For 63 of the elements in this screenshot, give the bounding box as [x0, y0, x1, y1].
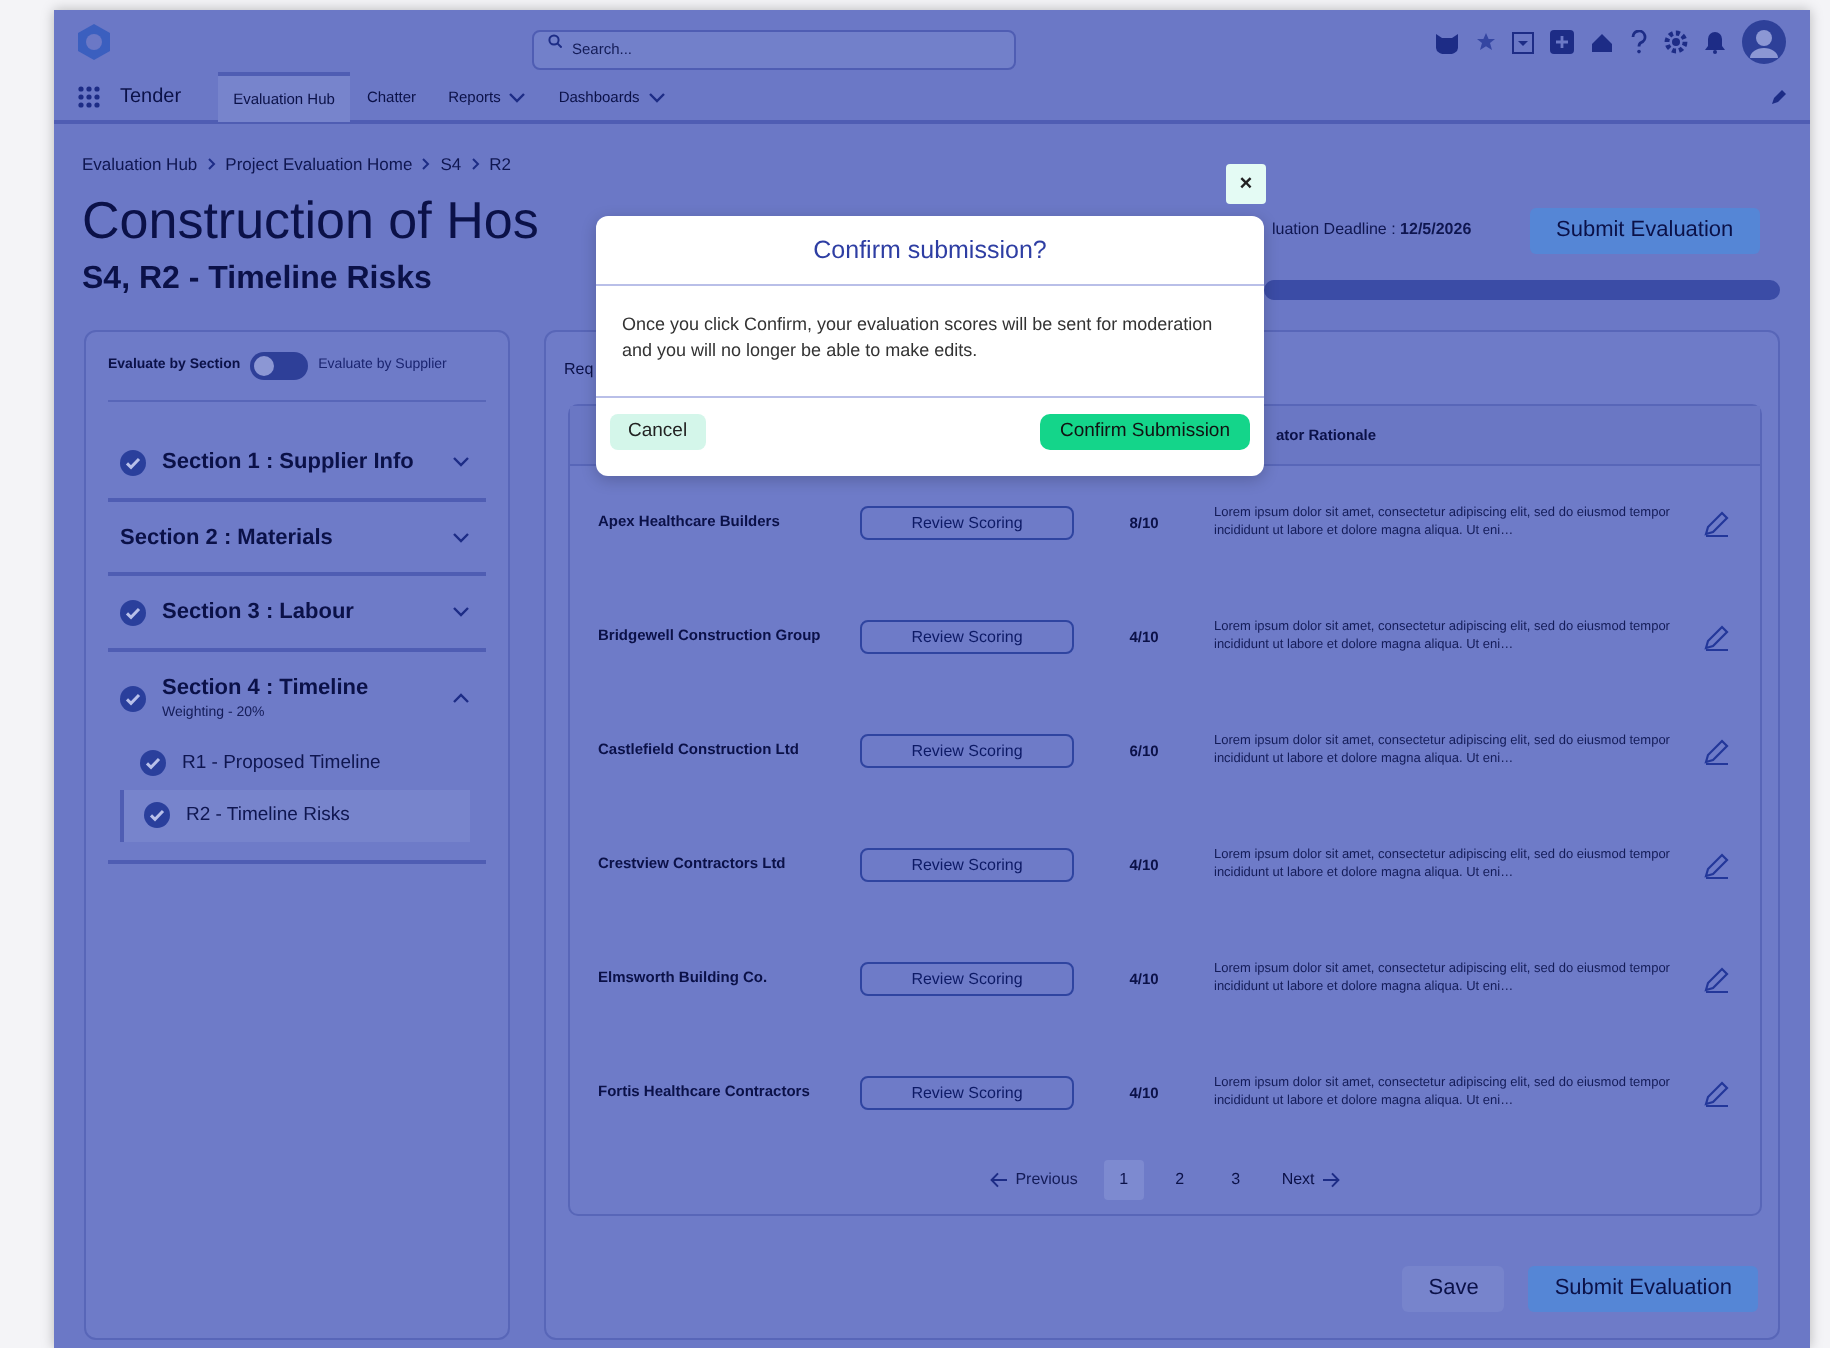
dropdown-icon[interactable]: [1512, 31, 1534, 53]
app-name: Tender: [120, 84, 182, 112]
section-title[interactable]: Section 1 : Supplier Info: [162, 446, 436, 479]
section-title[interactable]: Section 2 : Materials: [120, 521, 436, 554]
next-link[interactable]: Next: [1271, 1164, 1351, 1196]
chevron-right-icon: [471, 158, 480, 171]
review-scoring-button[interactable]: Review Scoring: [860, 734, 1074, 768]
section-title[interactable]: Section 4 : Timeline: [162, 671, 436, 704]
search-icon: [548, 34, 562, 48]
chevron-right-icon: [422, 158, 431, 171]
deadline-text: luation Deadline : 12/5/2026: [1272, 218, 1472, 242]
pencil-icon[interactable]: [1702, 1079, 1730, 1107]
toggle-switch[interactable]: [250, 352, 309, 380]
review-scoring-button[interactable]: Review Scoring: [860, 1076, 1074, 1110]
page-link[interactable]: 1: [1103, 1160, 1144, 1200]
submit-evaluation-button[interactable]: Submit Evaluation: [1530, 208, 1760, 253]
close-button[interactable]: ×: [1226, 164, 1266, 204]
chevron-down-icon[interactable]: [452, 606, 470, 619]
page-link[interactable]: 2: [1159, 1160, 1200, 1200]
pencil-icon[interactable]: [1770, 89, 1786, 105]
review-scoring-button[interactable]: Review Scoring: [860, 506, 1074, 540]
submit-evaluation-button[interactable]: Submit Evaluation: [1528, 1266, 1758, 1311]
modal-title: Confirm submission?: [596, 216, 1264, 286]
breadcrumb-link[interactable]: Evaluation Hub: [82, 152, 198, 178]
settings-icon[interactable]: [1664, 30, 1688, 54]
app-launcher-icon[interactable]: [78, 86, 100, 108]
breadcrumb-link[interactable]: S4: [440, 152, 462, 178]
star-icon[interactable]: [1476, 32, 1496, 52]
requirement-item[interactable]: R2 - Timeline Risks: [120, 789, 470, 842]
help-icon[interactable]: [1630, 30, 1648, 54]
page-title: Construction of Hos: [82, 189, 539, 252]
page-link[interactable]: 3: [1215, 1160, 1256, 1200]
column-heading: Req: [564, 358, 594, 382]
pencil-icon[interactable]: [1702, 737, 1730, 765]
modal-message: Once you click Confirm, your evaluation scores will be sent for moderation and you will no longer be able to make edits.: [596, 286, 1264, 398]
requirement-item[interactable]: R1 - Proposed Timeline: [120, 737, 470, 790]
page-subtitle: S4, R2 - Timeline Risks: [82, 259, 432, 300]
review-scoring-button[interactable]: Review Scoring: [860, 620, 1074, 654]
confirm-submission-button[interactable]: Confirm Submission: [1040, 414, 1250, 451]
chevron-down-icon[interactable]: [452, 531, 470, 544]
pencil-icon[interactable]: [1702, 851, 1730, 879]
avatar-icon[interactable]: [1742, 20, 1786, 64]
pencil-icon[interactable]: [1702, 509, 1730, 537]
chevron-down-icon[interactable]: [647, 91, 666, 103]
chevron-up-icon[interactable]: [452, 692, 470, 704]
arrow-right-icon: [1322, 1172, 1341, 1188]
previous-link[interactable]: Previous: [979, 1164, 1088, 1196]
bell-icon[interactable]: [1704, 30, 1726, 54]
chevron-down-icon[interactable]: [452, 456, 470, 469]
pencil-icon[interactable]: [1702, 965, 1730, 993]
pencil-icon[interactable]: [1702, 623, 1730, 651]
save-button[interactable]: Save: [1402, 1266, 1505, 1311]
breadcrumb-link[interactable]: Project Evaluation Home: [225, 152, 413, 178]
review-scoring-button[interactable]: Review Scoring: [860, 848, 1074, 882]
cancel-button[interactable]: Cancel: [610, 414, 706, 451]
add-icon[interactable]: [1550, 30, 1574, 54]
logo-icon: [74, 22, 114, 62]
breadcrumb-link[interactable]: R2: [489, 152, 511, 178]
chevron-right-icon: [207, 158, 216, 171]
arrow-left-icon: [989, 1172, 1008, 1188]
review-scoring-button[interactable]: Review Scoring: [860, 962, 1074, 996]
section-title[interactable]: Section 3 : Labour: [162, 596, 436, 629]
chevron-down-icon[interactable]: [508, 91, 527, 103]
